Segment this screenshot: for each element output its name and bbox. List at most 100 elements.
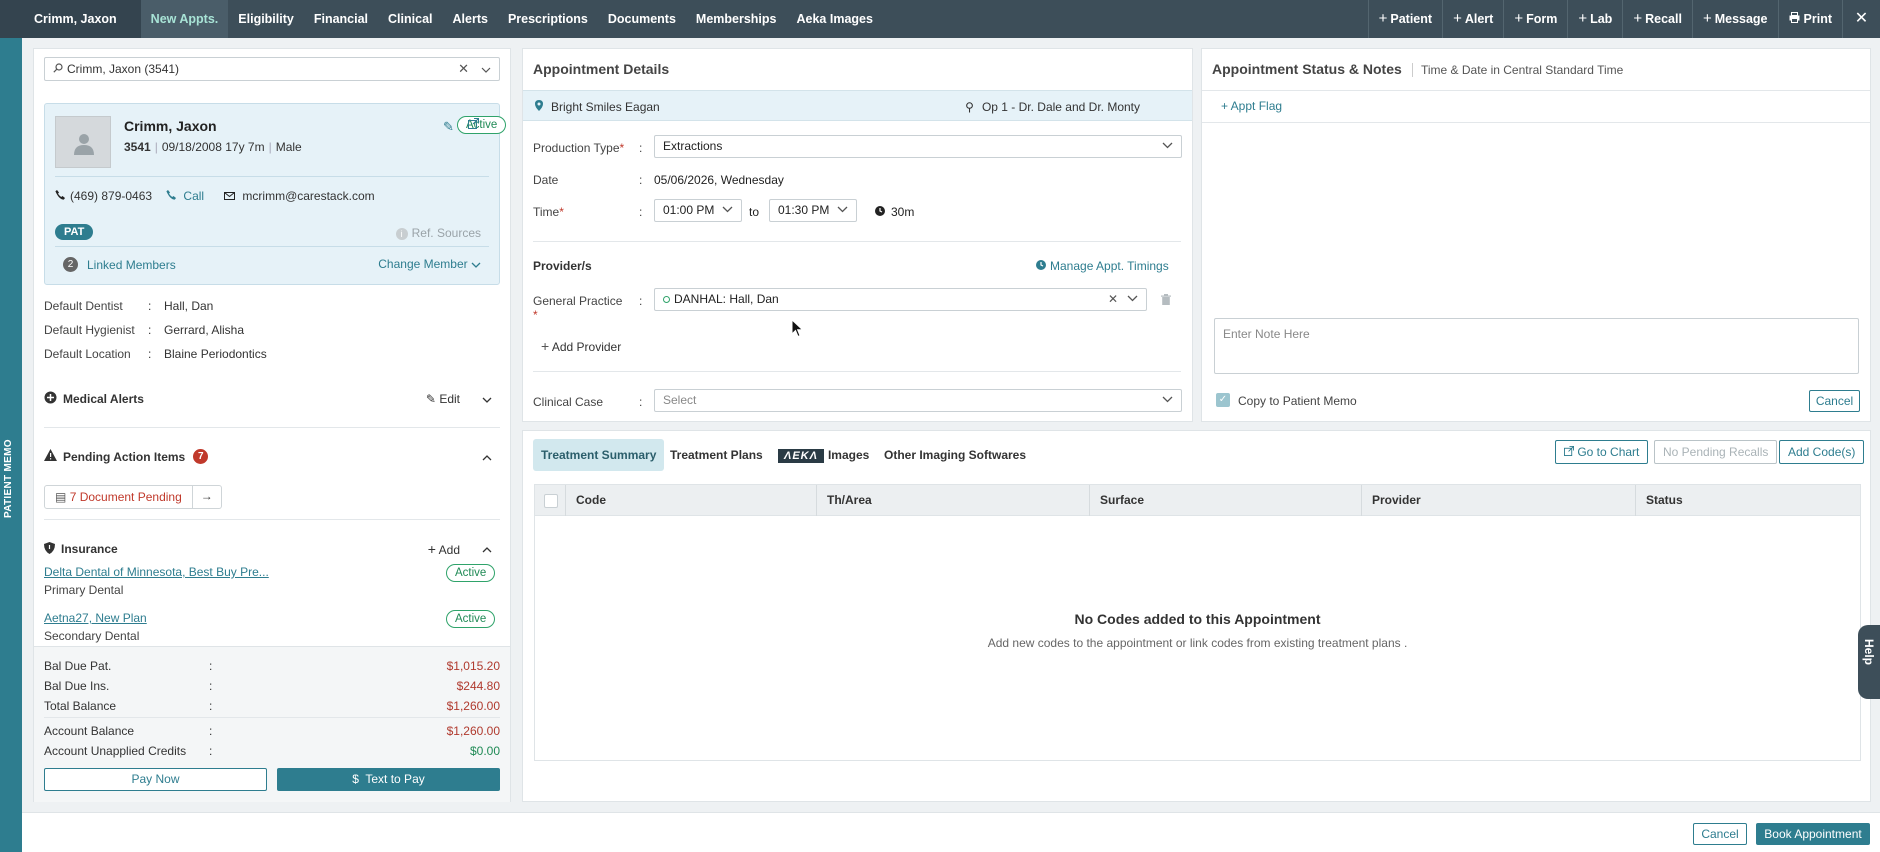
patient-memo-strip[interactable]: PATIENT MEMO [0, 38, 22, 852]
add-alert-button[interactable]: + Alert [1442, 0, 1503, 38]
medical-alerts-section[interactable]: Medical Alerts ✎ Edit [44, 391, 500, 407]
external-link-icon[interactable] [468, 118, 479, 132]
time-from-select[interactable]: 01:00 PM [654, 199, 742, 222]
document-pending-button[interactable]: ▤ 7 Document Pending [44, 485, 193, 509]
mouse-cursor-icon [791, 318, 804, 341]
balance-row: Bal Due Ins.: $244.80 [44, 679, 500, 693]
patient-search-input[interactable]: Crimm, Jaxon (3541) ✕ [44, 57, 500, 81]
tab-financial[interactable]: Financial [304, 0, 378, 38]
tab-aeka-images[interactable]: ΛEKΛ Images [770, 439, 877, 471]
appt-flag-button[interactable]: + Appt Flag [1221, 99, 1282, 113]
pay-now-button[interactable]: Pay Now [44, 768, 267, 791]
column-th-area[interactable]: Th/Area [816, 485, 872, 516]
print-button[interactable]: Print [1777, 0, 1842, 38]
text-to-pay-button[interactable]: $ Text to Pay [277, 768, 500, 791]
clear-icon[interactable]: ✕ [1108, 289, 1118, 310]
help-label: Help [1862, 639, 1876, 666]
chevron-up-icon[interactable] [482, 450, 492, 464]
copy-to-memo-checkbox[interactable]: ✓ [1216, 393, 1230, 407]
section-divider [44, 427, 500, 428]
column-status[interactable]: Status [1635, 485, 1683, 516]
appointment-details-panel: Appointment Details Bright Smiles Eagan … [522, 48, 1193, 422]
chevron-up-icon[interactable] [482, 542, 492, 556]
patient-tag-badge: PAT [55, 224, 94, 240]
tab-memberships[interactable]: Memberships [686, 0, 787, 38]
add-patient-button[interactable]: + Patient [1367, 0, 1442, 38]
patient-memo-label: PATIENT MEMO [3, 439, 14, 518]
empty-state-title: No Codes added to this Appointment [1074, 611, 1321, 627]
section-divider [533, 371, 1181, 372]
tab-new-appts[interactable]: New Appts. [140, 0, 229, 38]
go-to-chart-button[interactable]: Go to Chart [1555, 440, 1649, 464]
add-form-button[interactable]: + Form [1503, 0, 1567, 38]
patient-contact: (469) 879-0463 Call mcrimm@carestack.com [55, 189, 375, 203]
change-member-dropdown[interactable]: Change Member [378, 257, 481, 271]
no-pending-recalls-button[interactable]: No Pending Recalls [1654, 440, 1778, 464]
appointment-operatory[interactable]: ⚲ Op 1 - Dr. Dale and Dr. Monty [965, 100, 1140, 114]
note-cancel-button[interactable]: Cancel [1809, 390, 1860, 412]
clear-icon[interactable]: ✕ [458, 61, 469, 77]
help-tab[interactable]: Help [1858, 625, 1880, 699]
linked-members-link[interactable]: 2 Linked Members [63, 257, 176, 272]
phone-icon [55, 189, 65, 203]
add-message-button[interactable]: + Message [1691, 0, 1778, 38]
edit-icon[interactable]: ✎ [443, 119, 454, 135]
column-provider[interactable]: Provider [1361, 485, 1421, 516]
medical-alerts-edit-button[interactable]: ✎ Edit [426, 392, 460, 406]
insurance-section[interactable]: Insurance + Add [44, 541, 500, 557]
pending-action-items-section[interactable]: Pending Action Items 7 [44, 449, 500, 464]
timezone-note: Time & Date in Central Standard Time [1412, 63, 1623, 77]
manage-timings-link[interactable]: Manage Appt. Timings [1036, 259, 1169, 273]
provider-select[interactable]: DANHAL: Hall, Dan ✕ [654, 288, 1147, 311]
select-all-checkbox[interactable] [544, 494, 558, 508]
trash-icon[interactable] [1161, 294, 1171, 308]
tab-patient[interactable]: Crimm, Jaxon [0, 0, 141, 38]
time-to-select[interactable]: 01:30 PM [769, 199, 857, 222]
tab-treatment-summary[interactable]: Treatment Summary [533, 439, 665, 471]
chevron-down-icon[interactable] [482, 392, 492, 406]
book-appointment-button[interactable]: Book Appointment [1756, 823, 1870, 845]
appointment-location[interactable]: Bright Smiles Eagan [535, 100, 660, 114]
add-codes-button[interactable]: Add Code(s) [1779, 440, 1865, 464]
plus-icon: + [1578, 10, 1588, 27]
tab-prescriptions[interactable]: Prescriptions [498, 0, 598, 38]
secondary-insurance-link[interactable]: Aetna27, New Plan [44, 611, 147, 625]
warning-icon [44, 449, 57, 464]
cancel-button[interactable]: Cancel [1693, 823, 1747, 845]
ref-sources-link[interactable]: i Ref. Sources [395, 226, 481, 240]
search-icon [53, 62, 63, 76]
clinical-case-label: Clinical Case [533, 395, 604, 409]
default-hygienist-row: Default Hygienist: Gerrard, Alisha [44, 323, 245, 337]
patient-name: Crimm, Jaxon [124, 118, 217, 134]
nav-actions: + Patient + Alert + Form + Lab + Recall + Mess… [1367, 0, 1880, 38]
primary-insurance-link[interactable]: Delta Dental of Minnesota, Best Buy Pre.… [44, 565, 269, 579]
codes-table-header: Code Th/Area Surface Provider Status [535, 485, 1860, 516]
call-button[interactable]: Call [166, 189, 204, 203]
time-label: Time* [533, 205, 564, 219]
date-value[interactable]: 05/06/2026, Wednesday [654, 173, 784, 187]
clinical-case-select[interactable]: Select [654, 389, 1182, 412]
tab-clinical[interactable]: Clinical [378, 0, 442, 38]
add-provider-button[interactable]: + Add Provider [541, 338, 621, 354]
section-divider [1202, 122, 1870, 123]
tab-alerts[interactable]: Alerts [443, 0, 498, 38]
add-recall-button[interactable]: + Recall [1622, 0, 1692, 38]
add-insurance-button[interactable]: + Add [428, 541, 460, 557]
tab-documents[interactable]: Documents [598, 0, 686, 38]
chevron-down-icon[interactable] [481, 62, 491, 76]
primary-insurance-type: Primary Dental [44, 583, 124, 597]
chevron-down-icon [722, 200, 733, 221]
column-surface[interactable]: Surface [1089, 485, 1144, 516]
column-code[interactable]: Code [565, 485, 606, 516]
tab-eligibility[interactable]: Eligibility [228, 0, 304, 38]
tab-treatment-plans[interactable]: Treatment Plans [662, 439, 771, 471]
patient-email[interactable]: mcrimm@carestack.com [224, 189, 375, 203]
codes-table: Code Th/Area Surface Provider Status No … [534, 484, 1861, 761]
production-type-select[interactable]: Extractions [654, 135, 1182, 158]
close-icon[interactable]: ✕ [1842, 0, 1880, 38]
arrow-right-icon[interactable]: → [192, 485, 222, 509]
add-lab-button[interactable]: + Lab [1567, 0, 1622, 38]
tab-aeka-images[interactable]: Aeka Images [787, 0, 883, 38]
tab-other-imaging[interactable]: Other Imaging Softwares [876, 439, 1034, 471]
note-input[interactable]: Enter Note Here [1214, 318, 1859, 374]
